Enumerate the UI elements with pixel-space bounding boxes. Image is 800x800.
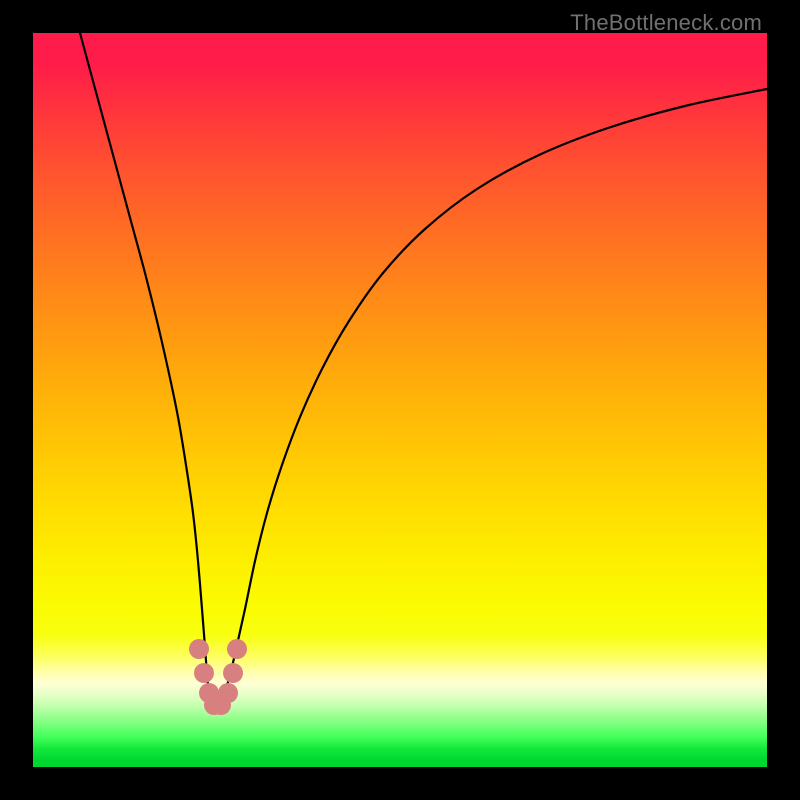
bottleneck-curve-right bbox=[216, 89, 767, 713]
marker-dot bbox=[223, 663, 243, 683]
marker-dot bbox=[218, 683, 238, 703]
marker-dot bbox=[227, 639, 247, 659]
curve-layer bbox=[33, 33, 767, 767]
marker-dot bbox=[189, 639, 209, 659]
plot-area bbox=[33, 33, 767, 767]
marker-dots bbox=[189, 639, 247, 715]
chart-frame: TheBottleneck.com bbox=[0, 0, 800, 800]
marker-dot bbox=[194, 663, 214, 683]
bottleneck-curve-left bbox=[80, 33, 216, 713]
